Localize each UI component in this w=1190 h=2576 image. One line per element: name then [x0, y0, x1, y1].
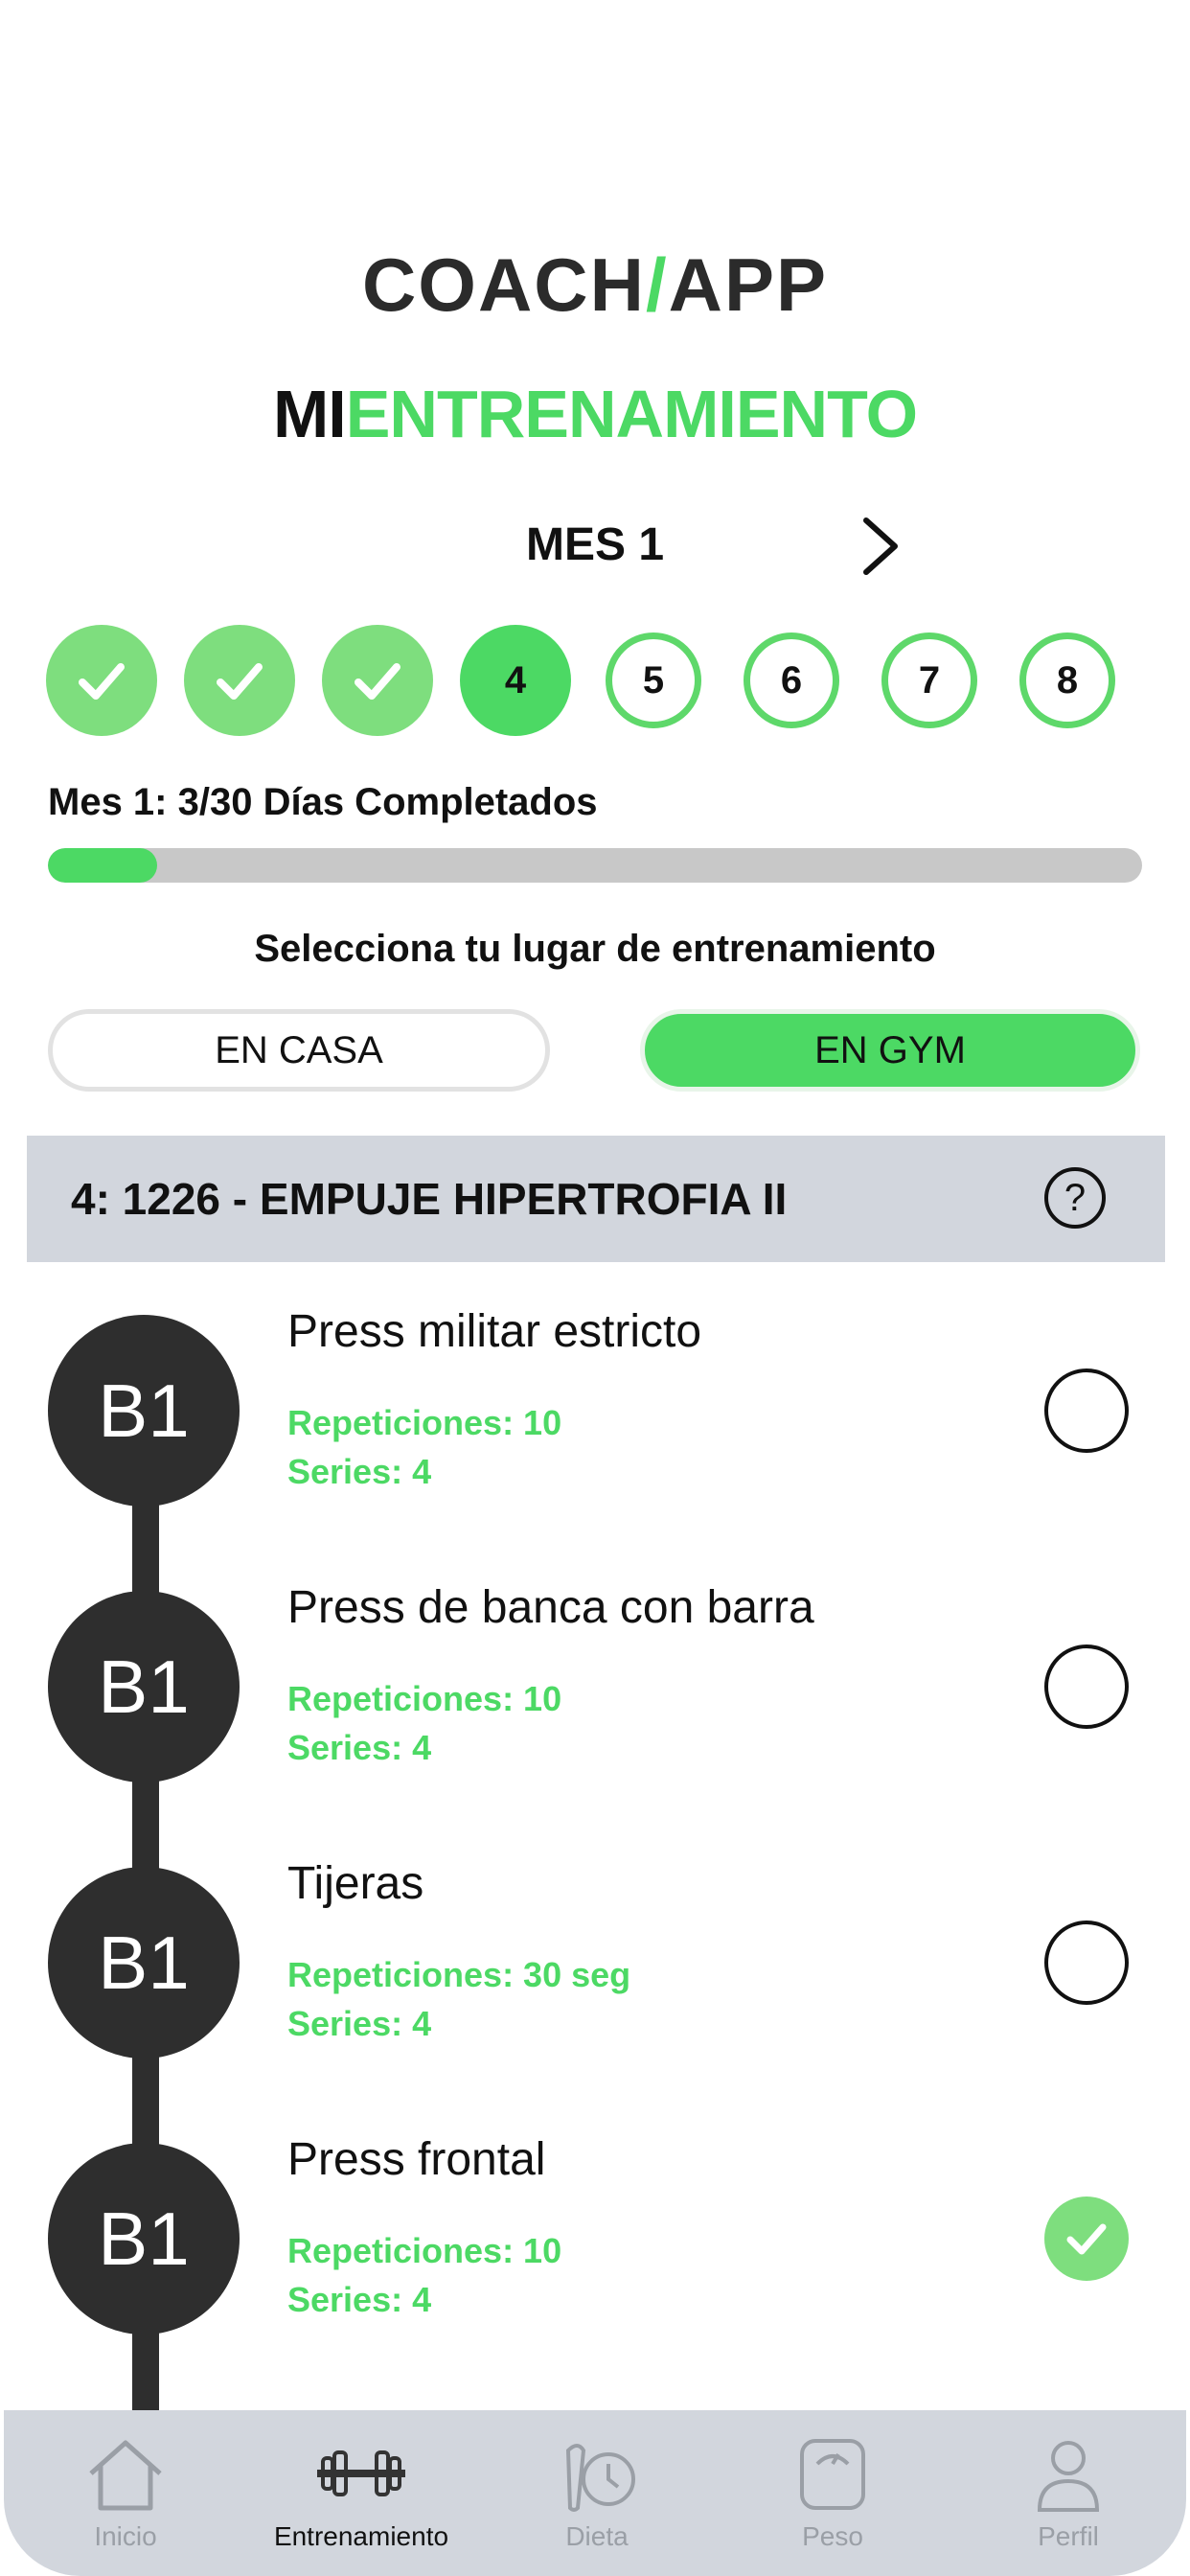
- exercise-sets: Series: 4: [287, 1452, 432, 1491]
- exercise-reps: Repeticiones: 30 seg: [287, 1955, 631, 1994]
- day-circle-3[interactable]: [322, 625, 433, 736]
- day-number: 5: [642, 658, 665, 702]
- day-selector: 4 5 6 7 8: [46, 625, 1144, 738]
- scale-icon: [785, 2431, 881, 2518]
- progress-fill: [48, 848, 158, 883]
- tab-label: Dieta: [565, 2521, 629, 2551]
- dumbbell-icon: [313, 2431, 409, 2518]
- exercise-item[interactable]: B1 Press militar estricto Repeticiones: 10…: [0, 1306, 1190, 1535]
- day-number: 6: [780, 658, 803, 702]
- tab-label: Peso: [802, 2521, 863, 2551]
- help-icon[interactable]: ?: [1044, 1167, 1106, 1229]
- page-title-part1: MI: [272, 377, 347, 451]
- day-circle-8[interactable]: 8: [1019, 632, 1115, 728]
- bolt-icon: /: [645, 242, 669, 327]
- day-number: 8: [1056, 658, 1079, 702]
- day-circle-6[interactable]: 6: [744, 632, 839, 728]
- complete-checkbox[interactable]: [1044, 1920, 1129, 2005]
- tab-perfil[interactable]: Perfil: [950, 2410, 1186, 2576]
- complete-checkbox[interactable]: [1044, 1368, 1129, 1453]
- exercise-item[interactable]: B1 Tijeras Repeticiones: 30 seg Series: 4: [0, 1858, 1190, 2087]
- block-badge: B1: [48, 1867, 240, 2058]
- complete-checkbox[interactable]: [1044, 1644, 1129, 1729]
- progress-text: Mes 1: 3/30 Días Completados: [48, 781, 598, 823]
- diet-clock-icon: [549, 2431, 645, 2518]
- tab-entrenamiento[interactable]: Entrenamiento: [243, 2410, 479, 2576]
- tab-peso[interactable]: Peso: [715, 2410, 950, 2576]
- exercise-reps: Repeticiones: 10: [287, 2231, 562, 2270]
- tab-label: Inicio: [94, 2521, 157, 2551]
- location-gym-button[interactable]: EN GYM: [640, 1009, 1140, 1092]
- workout-header: 4: 1226 - EMPUJE HIPERTROFIA II ?: [27, 1136, 1165, 1262]
- exercise-reps: Repeticiones: 10: [287, 1403, 562, 1442]
- tab-label: Entrenamiento: [273, 2521, 449, 2551]
- location-home-button[interactable]: EN CASA: [48, 1009, 550, 1092]
- checkmark-icon: [217, 663, 263, 700]
- chevron-right-icon[interactable]: [853, 513, 910, 580]
- logo-text-left: COACH: [361, 242, 646, 327]
- exercise-name: Press militar estricto: [287, 1306, 702, 1357]
- exercise-item[interactable]: B1 Press de banca con barra Repeticiones: …: [0, 1582, 1190, 1811]
- exercise-name: Press de banca con barra: [287, 1582, 814, 1633]
- checkmark-icon: [1066, 2223, 1107, 2255]
- checkmark-icon: [355, 663, 400, 700]
- page-title: MIENTRENAMIENTO: [0, 376, 1190, 452]
- app-logo: COACH/APP: [0, 242, 1190, 329]
- tab-dieta[interactable]: Dieta: [479, 2410, 715, 2576]
- completed-checkbox[interactable]: [1044, 2196, 1129, 2281]
- logo-text-right: APP: [668, 242, 829, 327]
- day-circle-1[interactable]: [46, 625, 157, 736]
- month-selector: MES 1: [0, 513, 1190, 580]
- block-badge: B1: [48, 1315, 240, 1506]
- block-badge: B1: [48, 2143, 240, 2334]
- page-title-part2: ENTRENAMIENTO: [345, 377, 918, 451]
- progress-bar: [48, 848, 1142, 883]
- exercise-sets: Series: 4: [287, 2004, 432, 2043]
- block-badge: B1: [48, 1591, 240, 1782]
- exercise-name: Press frontal: [287, 2134, 546, 2185]
- location-prompt: Selecciona tu lugar de entrenamiento: [254, 928, 936, 970]
- home-icon: [78, 2431, 173, 2518]
- day-number: 4: [504, 658, 527, 702]
- exercise-reps: Repeticiones: 10: [287, 1679, 562, 1718]
- workout-title: 4: 1226 - EMPUJE HIPERTROFIA II: [71, 1174, 788, 1224]
- tab-inicio[interactable]: Inicio: [8, 2410, 243, 2576]
- tab-label: Perfil: [1038, 2521, 1099, 2551]
- exercise-item[interactable]: B1 Press frontal Repeticiones: 10 Series: 4: [0, 2134, 1190, 2363]
- checkmark-icon: [79, 663, 125, 700]
- exercise-sets: Series: 4: [287, 1728, 432, 1767]
- day-circle-7[interactable]: 7: [881, 632, 977, 728]
- tab-bar: Inicio Entrenamiento Dieta Peso Perfil: [4, 2410, 1186, 2576]
- month-label: MES 1: [525, 519, 665, 570]
- user-icon: [1020, 2431, 1116, 2518]
- day-number: 7: [918, 658, 941, 702]
- day-circle-4[interactable]: 4: [460, 625, 571, 736]
- day-circle-5[interactable]: 5: [606, 632, 701, 728]
- day-circle-2[interactable]: [184, 625, 295, 736]
- exercise-name: Tijeras: [287, 1858, 424, 1909]
- exercise-sets: Series: 4: [287, 2280, 432, 2319]
